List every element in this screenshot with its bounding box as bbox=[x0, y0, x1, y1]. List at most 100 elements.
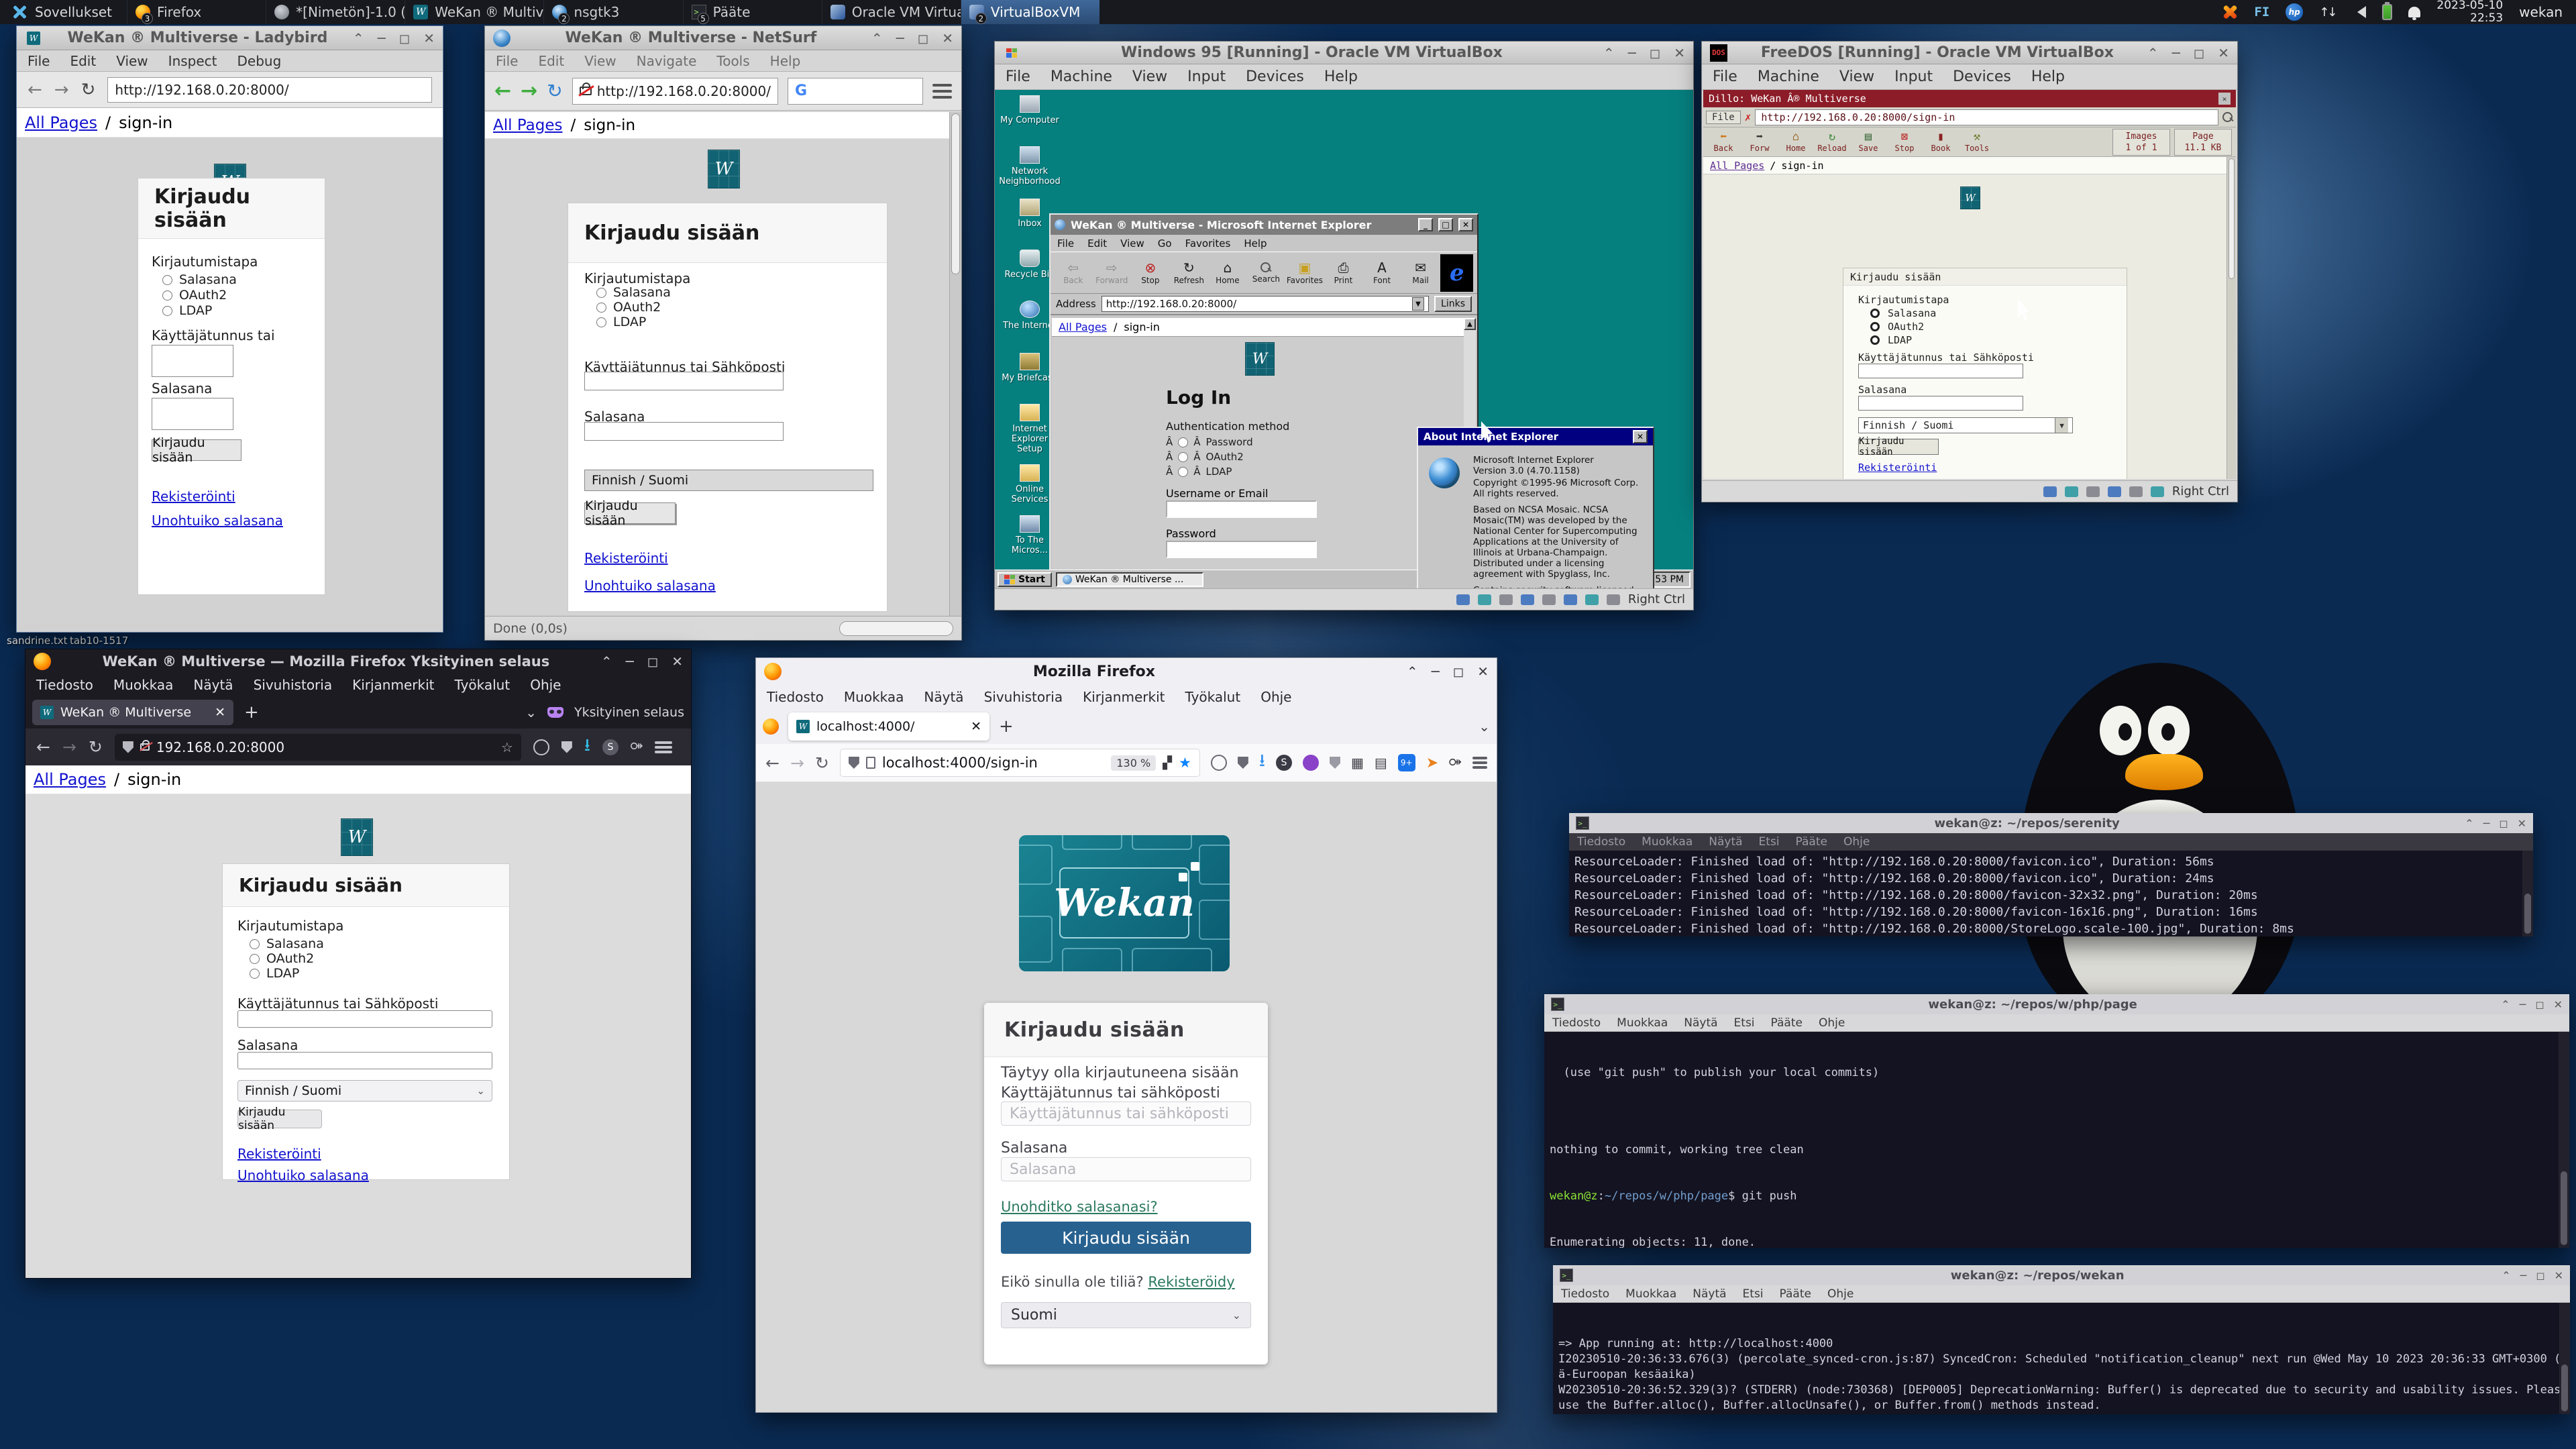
all-pages-link[interactable]: All Pages bbox=[1710, 160, 1764, 172]
home-button[interactable]: ⌂Home bbox=[1780, 129, 1812, 156]
links-button[interactable]: Links bbox=[1434, 296, 1472, 312]
forward-icon[interactable]: → bbox=[790, 753, 804, 773]
reload-icon[interactable]: ↻ bbox=[89, 737, 103, 757]
url-input[interactable]: http://192.168.0.20:8000/sign-in bbox=[1755, 109, 2218, 125]
password-input[interactable] bbox=[152, 398, 233, 430]
menu-sivuhistoria[interactable]: Sivuhistoria bbox=[984, 689, 1063, 705]
search-icon[interactable] bbox=[2222, 112, 2233, 123]
taskbar-button-virtualboxvm[interactable]: VirtualBoxVM2 bbox=[961, 0, 1099, 24]
maximize-button[interactable]: ◻ bbox=[2194, 45, 2205, 61]
password-input[interactable] bbox=[237, 1052, 492, 1069]
taskbar-button-netsurf[interactable]: nsgtk32 bbox=[543, 0, 682, 24]
titlebar[interactable]: >_ wekan@z: ~/repos/wekan ⌃─◻✕ bbox=[1553, 1265, 2570, 1285]
close-tab-icon[interactable]: ✕ bbox=[971, 719, 981, 734]
menu-nayta[interactable]: Näytä bbox=[1684, 1016, 1717, 1030]
calculator-extension-icon[interactable]: ▤ bbox=[1375, 755, 1387, 771]
keyboard-layout-indicator[interactable]: FI bbox=[2254, 5, 2269, 19]
s-extension-icon[interactable]: S bbox=[602, 739, 619, 755]
minimize-button[interactable]: ⌃ bbox=[2501, 998, 2510, 1011]
back-icon[interactable]: ← bbox=[765, 753, 780, 773]
menu-view[interactable]: View bbox=[1132, 68, 1167, 85]
download-icon[interactable]: ⭳ bbox=[584, 733, 590, 762]
menu-file[interactable]: File bbox=[496, 53, 518, 69]
menu-file[interactable]: File bbox=[1713, 68, 1737, 85]
register-link[interactable]: Rekisteröinti bbox=[1858, 462, 1937, 474]
radio-ldap[interactable]: LDAP bbox=[250, 966, 299, 981]
menu-view[interactable]: View bbox=[1120, 237, 1144, 250]
menu-ohje[interactable]: Ohje bbox=[1260, 689, 1291, 705]
menu-ohje[interactable]: Ohje bbox=[1819, 1016, 1845, 1030]
menu-file[interactable]: File bbox=[28, 53, 50, 69]
menu-nayta[interactable]: Näytä bbox=[1693, 1287, 1726, 1301]
menu-tyokalut[interactable]: Työkalut bbox=[454, 677, 510, 693]
menu-tools[interactable]: Tools bbox=[716, 53, 749, 69]
radio-password[interactable]: Salasana bbox=[1870, 307, 1936, 319]
close-button[interactable]: ✕ bbox=[1477, 663, 1489, 680]
taskbar-button-firefox[interactable]: Firefox3 bbox=[127, 0, 266, 24]
radio-password[interactable]: Salasana bbox=[596, 285, 671, 300]
maximize-button[interactable]: ◻ bbox=[647, 653, 659, 669]
pointer-extension-icon[interactable]: ➤ bbox=[1426, 755, 1438, 771]
active-tab[interactable]: W localhost:4000/ ✕ bbox=[788, 712, 989, 741]
menu-muokkaa[interactable]: Muokkaa bbox=[1617, 1016, 1668, 1030]
tracking-protection-shield-icon[interactable] bbox=[123, 741, 133, 753]
close-button[interactable]: ✕ bbox=[1458, 218, 1473, 231]
clock[interactable]: 2023-05-1022:53 bbox=[2436, 0, 2503, 25]
menu-view[interactable]: View bbox=[1839, 68, 1874, 85]
volume-icon[interactable] bbox=[2351, 6, 2366, 18]
grid-extension-icon[interactable]: ▦ bbox=[1351, 755, 1364, 771]
fingerprint-extension-icon[interactable] bbox=[533, 739, 549, 755]
forward-button[interactable]: ➡Forw bbox=[1743, 129, 1776, 156]
menu-ohje[interactable]: Ohje bbox=[530, 677, 561, 693]
tab-list-chevron-icon[interactable]: ⌄ bbox=[1479, 718, 1490, 735]
print-button[interactable]: ⎙Print bbox=[1325, 254, 1362, 292]
menu-tiedosto[interactable]: Tiedosto bbox=[767, 689, 824, 705]
battery-icon[interactable] bbox=[2382, 4, 2392, 20]
clear-url-icon[interactable]: ✗ bbox=[1745, 111, 1752, 123]
menu-tiedosto[interactable]: Tiedosto bbox=[1577, 835, 1625, 849]
minimize-button[interactable]: ⌃ bbox=[1603, 45, 1615, 61]
all-pages-link[interactable]: All Pages bbox=[493, 117, 563, 134]
minimize-button[interactable]: ⌃ bbox=[2502, 1269, 2510, 1282]
stop-button[interactable]: ⊗Stop bbox=[1132, 254, 1169, 292]
maximize-button[interactable]: ◻ bbox=[2499, 817, 2508, 830]
minimize-button[interactable]: ⌃ bbox=[353, 30, 364, 46]
taskbar-button-virtualbox-manager[interactable]: Oracle VM VirtualBox M... bbox=[822, 0, 961, 24]
menu-muokkaa[interactable]: Muokkaa bbox=[113, 677, 174, 693]
password-input[interactable] bbox=[1858, 396, 2023, 411]
password-input[interactable] bbox=[1166, 541, 1317, 558]
menu-ohje[interactable]: Ohje bbox=[1827, 1287, 1854, 1301]
register-link[interactable]: Rekisteröidy bbox=[1148, 1274, 1234, 1290]
search-box[interactable]: G bbox=[788, 78, 923, 105]
restore-button[interactable]: ─ bbox=[2483, 817, 2490, 830]
taskbar-button-terminal[interactable]: >_Pääte5 bbox=[683, 0, 822, 24]
menu-view[interactable]: View bbox=[116, 53, 148, 69]
menu-help[interactable]: Help bbox=[1244, 237, 1267, 250]
menu-etsi[interactable]: Etsi bbox=[1743, 1287, 1764, 1301]
restore-button[interactable]: ─ bbox=[2520, 1269, 2527, 1282]
home-button[interactable]: ⌂Home bbox=[1209, 254, 1246, 292]
minimize-button[interactable]: ⌃ bbox=[871, 30, 883, 46]
refresh-button[interactable]: ↻Refresh bbox=[1171, 254, 1208, 292]
extension-icon[interactable] bbox=[1303, 755, 1319, 771]
language-select[interactable]: Suomi⌄ bbox=[1001, 1302, 1251, 1328]
restore-button[interactable]: ─ bbox=[2520, 998, 2526, 1011]
vertical-scrollbar[interactable] bbox=[949, 112, 961, 616]
new-tab-button[interactable]: + bbox=[244, 702, 259, 722]
back-icon[interactable]: ← bbox=[28, 80, 42, 100]
dillo-titlebar[interactable]: Dillo: WeKan Â® Multiverse ✕ bbox=[1703, 90, 2236, 107]
minimize-button[interactable]: ⌃ bbox=[2147, 45, 2159, 61]
minimize-button[interactable]: _ bbox=[1418, 218, 1433, 231]
restore-button[interactable]: ─ bbox=[2172, 45, 2180, 61]
download-icon[interactable]: ⭳ bbox=[1259, 748, 1265, 777]
desktop-icon-label[interactable]: sandrine.txt bbox=[7, 635, 68, 647]
close-button[interactable]: ✕ bbox=[672, 653, 683, 669]
menu-view[interactable]: View bbox=[584, 53, 616, 69]
new-tab-button[interactable]: + bbox=[999, 716, 1014, 737]
forward-icon[interactable]: → bbox=[62, 737, 76, 757]
menu-paate[interactable]: Pääte bbox=[1796, 835, 1827, 849]
url-bar[interactable]: http://192.168.0.20:8000/ bbox=[572, 78, 778, 105]
close-button[interactable]: ✕ bbox=[2218, 45, 2229, 61]
password-input[interactable] bbox=[584, 422, 784, 441]
radio-password[interactable]: ÂÂPassword bbox=[1166, 436, 1253, 448]
